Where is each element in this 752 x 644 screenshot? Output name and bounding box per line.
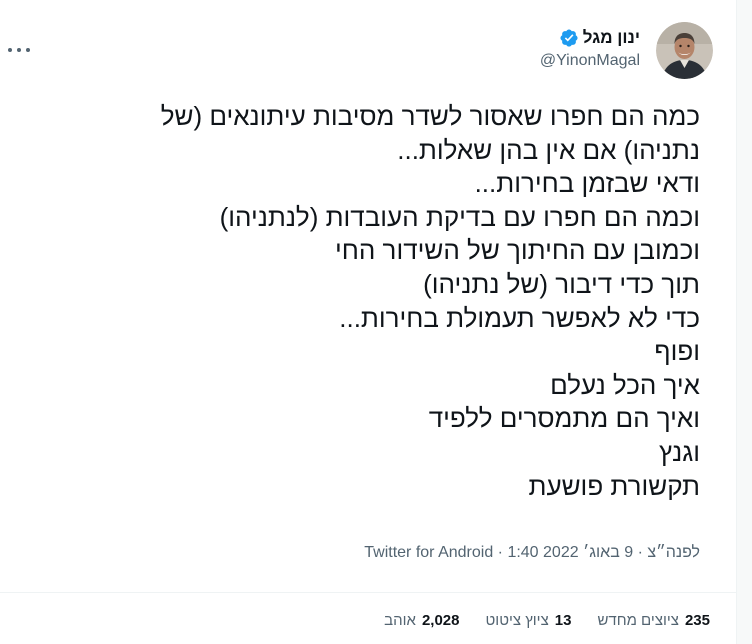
tweet-card: ינון מגל @YinonMagal כמה הם חפרו שאסור ל…: [0, 0, 736, 644]
display-name[interactable]: ינון מגל: [583, 28, 640, 48]
quotes-label: ציוץ ציטוט: [485, 612, 549, 629]
scroll-rail[interactable]: [736, 0, 752, 644]
meta-separator: ·: [493, 544, 508, 561]
tweet-header: ינון מגל @YinonMagal: [0, 18, 736, 84]
tweet-line: ואיך הם מתמסרים ללפיד: [428, 403, 700, 434]
tweet-text: כמה הם חפרו שאסור לשדר מסיבות עיתונאים (…: [40, 100, 700, 503]
tweet-line: תקשורת פושעת: [528, 470, 700, 501]
likes-label: אוהב: [384, 612, 416, 629]
dot: [17, 48, 21, 52]
avatar-photo-icon: [656, 22, 713, 79]
tweet-meta: Twitter for Android · 1:40 לפנה״צ · 9 בא…: [364, 544, 700, 562]
tweet-stats: 235 ציוצים מחדש 13 ציוץ ציטוט 2,028 אוהב: [384, 612, 710, 629]
quotes-stat[interactable]: 13 ציוץ ציטוט: [486, 612, 572, 629]
tweet-line: כמה הם חפרו שאסור לשדר מסיבות עיתונאים (…: [160, 101, 700, 131]
tweet-timestamp[interactable]: 1:40 לפנה״צ · 9 באוג׳ 2022: [507, 544, 700, 561]
tweet-line: וגנץ: [659, 436, 700, 467]
tweet-line: וכמה הם חפרו עם בדיקת העובדות (לנתניהו): [219, 201, 700, 232]
retweets-stat[interactable]: 235 ציוצים מחדש: [597, 612, 710, 629]
more-options-icon[interactable]: [6, 40, 32, 60]
author-names: ינון מגל @YinonMagal: [540, 28, 640, 70]
retweets-label: ציוצים מחדש: [597, 612, 679, 629]
divider: [0, 592, 736, 593]
tweet-line: וכמובן עם החיתוך של השידור החי: [334, 235, 700, 266]
tweet-line: ופוף: [654, 336, 700, 367]
display-name-row: ינון מגל: [540, 28, 640, 48]
author-handle[interactable]: @YinonMagal: [540, 52, 640, 70]
likes-count: 2,028: [421, 612, 460, 629]
tweet-line: נתניהו) אם אין בהן שאלות...: [397, 134, 700, 165]
verified-badge-icon: [560, 29, 578, 47]
retweets-count: 235: [684, 612, 710, 629]
quotes-count: 13: [554, 612, 572, 629]
likes-stat[interactable]: 2,028 אוהב: [384, 612, 459, 629]
tweet-line: כדי לא לאפשר תעמולת בחירות...: [339, 302, 700, 333]
tweet-line: ודאי שבזמן בחירות...: [474, 168, 700, 199]
dot: [26, 48, 30, 52]
tweet-line: תוך כדי דיבור (של נתניהו): [423, 268, 700, 299]
dot: [8, 48, 12, 52]
tweet-line: איך הכל נעלם: [550, 369, 700, 400]
avatar[interactable]: [656, 22, 713, 79]
tweet-source-link[interactable]: Twitter for Android: [364, 544, 493, 561]
